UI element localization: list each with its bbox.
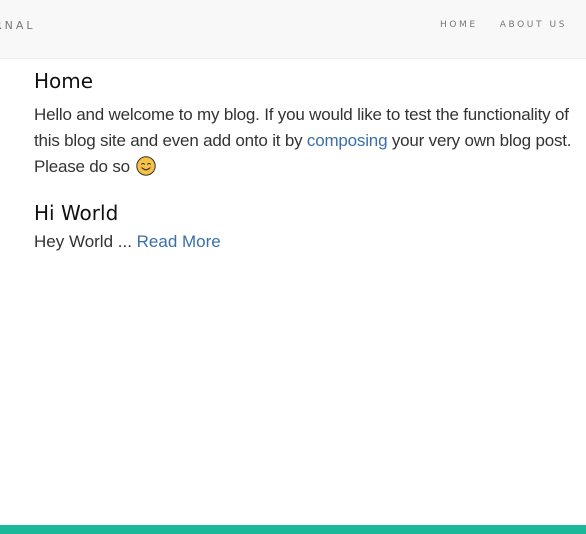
footer-bar [0,525,586,534]
post-excerpt-text: Hey World ... [34,232,137,251]
post-excerpt: Hey World ... Read More [34,230,574,254]
page-title: Home [34,69,94,93]
navbar: RNAL HOME ABOUT US C [0,0,586,59]
post-title: Hi World [34,201,119,225]
nav-links: HOME ABOUT US C [440,20,586,30]
post-list: Hi World Hey World ... Read More [34,198,574,254]
smiling-face-icon [136,156,157,176]
nav-link-about-us[interactable]: ABOUT US [500,20,567,30]
main-content: Home Hello and welcome to my blog. If yo… [34,66,574,254]
compose-link[interactable]: composing [307,131,388,150]
nav-link-home[interactable]: HOME [440,20,478,30]
intro-paragraph: Hello and welcome to my blog. If you wou… [34,102,574,180]
brand-logo[interactable]: RNAL [0,19,36,32]
post-item: Hi World Hey World ... Read More [34,198,574,254]
read-more-link[interactable]: Read More [137,232,221,251]
